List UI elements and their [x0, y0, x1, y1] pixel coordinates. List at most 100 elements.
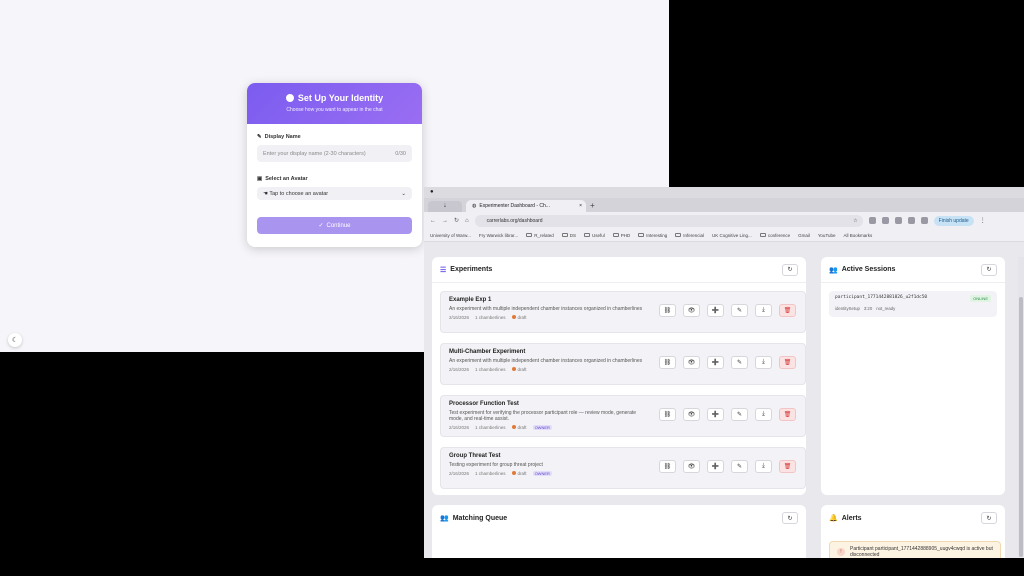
experiment-status: draft: [517, 471, 527, 476]
delete-button[interactable]: 🗑: [779, 408, 796, 421]
scrollbar[interactable]: [1018, 257, 1024, 557]
delete-button[interactable]: 🗑: [779, 460, 796, 473]
reload-icon[interactable]: ↻: [454, 217, 459, 224]
refresh-button[interactable]: ↻: [782, 263, 798, 276]
moon-icon: ☾: [11, 337, 19, 344]
continue-label: Continue: [326, 222, 351, 229]
mac-menu-bar: ●: [424, 187, 1024, 198]
session-item[interactable]: participant_1771442881826_u2f1dc50 ONLIN…: [829, 291, 997, 317]
alert-message: Participant participant_1771442888905_uu…: [850, 546, 993, 558]
extension-icon[interactable]: [894, 217, 902, 224]
link-button[interactable]: ⛓: [659, 356, 676, 369]
bookmark-item[interactable]: UK Cognitive Ling...: [712, 233, 752, 238]
char-count: 0/30: [395, 150, 406, 157]
edit-button[interactable]: ✎: [731, 304, 748, 317]
avatar-select[interactable]: ☚ Tap to choose an avatar ⌄: [257, 187, 412, 200]
hand-icon: ☚: [263, 190, 268, 197]
link-button[interactable]: ⛓: [659, 408, 676, 421]
profile-icon[interactable]: [920, 217, 928, 224]
matching-queue-panel: 👥 Matching Queue ↻: [432, 505, 806, 558]
bookmark-item[interactable]: University of Warw...: [430, 233, 471, 238]
experiment-status: draft: [517, 315, 527, 320]
delete-button[interactable]: 🗑: [779, 356, 796, 369]
view-button[interactable]: 👁: [683, 408, 700, 421]
bookmark-item[interactable]: Fry Warwick librar...: [479, 233, 518, 238]
experiment-date: 2/16/2026: [449, 315, 470, 320]
add-user-button[interactable]: ➕: [707, 460, 724, 473]
continue-button[interactable]: ✓ Continue: [257, 217, 412, 234]
refresh-button[interactable]: ↻: [981, 263, 997, 276]
link-button[interactable]: ⛓: [659, 460, 676, 473]
folder-icon: [759, 232, 766, 237]
view-button[interactable]: 👁: [683, 304, 700, 317]
session-stage: identitySetup: [835, 306, 860, 311]
folder-icon: [561, 232, 568, 237]
status-badge: ONLINE: [970, 295, 991, 302]
more-icon[interactable]: ⋮: [980, 217, 986, 224]
experiments-title: Experiments: [450, 266, 493, 273]
new-tab-button[interactable]: +: [590, 200, 595, 212]
experiment-card: Example Exp 1 An experiment with multipl…: [440, 291, 806, 333]
forward-icon[interactable]: →: [442, 218, 448, 224]
session-ready-state: not_ready: [876, 306, 896, 311]
owner-badge: OWNER: [532, 471, 552, 476]
experiment-chambers: 1 chamberlines: [475, 471, 506, 476]
tab-download[interactable]: ⇣: [428, 201, 462, 212]
experiment-description: Testing experiment for group threat proj…: [449, 462, 543, 468]
scroll-thumb[interactable]: [1019, 297, 1023, 557]
avatar-select-value: Tap to choose an avatar: [269, 190, 329, 197]
status-dot-icon: [511, 425, 516, 429]
experiment-chambers: 1 chamberlines: [475, 425, 506, 430]
folder-icon: [638, 232, 645, 237]
avatar-label: Select an Avatar: [265, 176, 308, 182]
address-bar[interactable]: carrerlabs.org/dashboard ☆: [474, 214, 863, 227]
edit-button[interactable]: ✎: [731, 460, 748, 473]
all-bookmarks[interactable]: All Bookmarks: [844, 233, 873, 238]
edit-button[interactable]: ✎: [731, 408, 748, 421]
home-icon[interactable]: ⌂: [465, 218, 469, 224]
experiment-description: Test experiment for verifying the proces…: [449, 410, 637, 422]
status-dot-icon: [511, 315, 516, 319]
extension-icon[interactable]: [907, 217, 915, 224]
extension-icon[interactable]: [868, 217, 876, 224]
experiment-card: Processor Function Test Test experiment …: [440, 395, 806, 437]
view-button[interactable]: 👁: [683, 460, 700, 473]
warning-icon: !: [837, 548, 845, 556]
add-user-button[interactable]: ➕: [707, 408, 724, 421]
delete-button[interactable]: 🗑: [779, 304, 796, 317]
list-icon: ☰: [440, 266, 447, 274]
close-icon[interactable]: ×: [579, 200, 582, 212]
add-user-button[interactable]: ➕: [707, 304, 724, 317]
download-button[interactable]: ⤓: [755, 304, 772, 317]
download-button[interactable]: ⤓: [755, 408, 772, 421]
bookmark-item[interactable]: Gmail: [798, 233, 810, 238]
dark-mode-toggle[interactable]: ☾: [8, 333, 22, 347]
alerts-panel: 🔔 Alerts ↻ ! Participant participant_177…: [821, 505, 1005, 558]
bookmark-item[interactable]: YouTube: [818, 233, 836, 238]
bookmark-item: DS: [569, 232, 576, 238]
display-name-input[interactable]: Enter your display name (2-30 characters…: [257, 145, 412, 162]
star-icon[interactable]: ☆: [853, 215, 857, 227]
sessions-title: Active Sessions: [841, 266, 896, 273]
add-user-button[interactable]: ➕: [707, 356, 724, 369]
view-button[interactable]: 👁: [683, 356, 700, 369]
tab-dashboard[interactable]: ◍ Experimenter Dashboard - Ch... ×: [466, 200, 586, 212]
download-button[interactable]: ⤓: [755, 460, 772, 473]
edit-button[interactable]: ✎: [731, 356, 748, 369]
experiment-status: draft: [517, 425, 527, 430]
back-icon[interactable]: ←: [430, 218, 436, 224]
queue-title: Matching Queue: [452, 514, 508, 522]
experiments-panel: ☰ Experiments ↻ Example Exp 1 An experim…: [432, 257, 806, 495]
finish-update-button[interactable]: Finish update: [933, 215, 974, 226]
download-button[interactable]: ⤓: [755, 356, 772, 369]
extension-icon[interactable]: [881, 217, 889, 224]
status-dot-icon: [511, 367, 516, 371]
link-button[interactable]: ⛓: [659, 304, 676, 317]
session-id: participant_1771442881826_u2f1dc50: [835, 295, 928, 300]
refresh-icon: ↻: [787, 267, 793, 273]
image-icon: ▣: [257, 176, 263, 182]
refresh-button[interactable]: ↻: [981, 512, 997, 524]
experiment-date: 2/16/2026: [449, 425, 470, 430]
browser-window: ● ⇣ ◍ Experimenter Dashboard - Ch... × +…: [424, 187, 1024, 558]
refresh-button[interactable]: ↻: [782, 512, 798, 524]
